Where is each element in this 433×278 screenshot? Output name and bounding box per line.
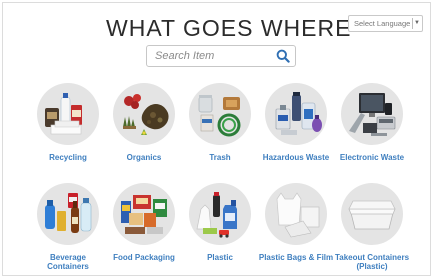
- trash-items-icon: [189, 83, 251, 145]
- beverage-containers-icon: [37, 183, 99, 245]
- category-takeout-containers[interactable]: Takeout Containers (Plastic): [332, 183, 412, 271]
- search-icon[interactable]: [276, 49, 290, 63]
- language-select[interactable]: Select Language ▼: [348, 15, 423, 32]
- category-food-packaging[interactable]: Food Packaging: [104, 183, 184, 262]
- takeout-container-icon: [341, 183, 403, 245]
- language-select-label: Select Language: [354, 19, 411, 28]
- search-input[interactable]: [147, 46, 271, 66]
- plastic-bags-icon: [265, 183, 327, 245]
- electronic-waste-icon: [341, 83, 403, 145]
- plastic-items-icon: [189, 183, 251, 245]
- category-label[interactable]: Organics: [104, 153, 184, 162]
- page-frame: WHAT GOES WHERE Select Language ▼ Rec: [2, 2, 431, 276]
- hazardous-waste-icon: [265, 83, 327, 145]
- category-label[interactable]: Beverage Containers: [28, 253, 108, 271]
- category-label[interactable]: Plastic Bags & Film: [256, 253, 336, 262]
- category-label[interactable]: Recycling: [28, 153, 108, 162]
- category-electronic-waste[interactable]: Electronic Waste: [332, 83, 412, 162]
- category-label[interactable]: Food Packaging: [104, 253, 184, 262]
- category-trash[interactable]: Trash: [180, 83, 260, 162]
- chevron-down-icon[interactable]: ▼: [414, 16, 420, 31]
- category-label[interactable]: Plastic: [180, 253, 260, 262]
- category-label[interactable]: Trash: [180, 153, 260, 162]
- category-label[interactable]: Hazardous Waste: [256, 153, 336, 162]
- category-label[interactable]: Electronic Waste: [332, 153, 412, 162]
- organics-items-icon: [113, 83, 175, 145]
- category-label[interactable]: Takeout Containers (Plastic): [332, 253, 412, 271]
- category-plastic-bags-film[interactable]: Plastic Bags & Film: [256, 183, 336, 262]
- category-recycling[interactable]: Recycling: [28, 83, 108, 162]
- search-box: [146, 45, 296, 67]
- category-beverage-containers[interactable]: Beverage Containers: [28, 183, 108, 271]
- category-hazardous-waste[interactable]: Hazardous Waste: [256, 83, 336, 162]
- category-organics[interactable]: Organics: [104, 83, 184, 162]
- category-plastic[interactable]: Plastic: [180, 183, 260, 262]
- recycling-items-icon: [37, 83, 99, 145]
- food-packaging-icon: [113, 183, 175, 245]
- language-select-divider: [412, 18, 413, 29]
- page-title: WHAT GOES WHERE: [106, 15, 352, 41]
